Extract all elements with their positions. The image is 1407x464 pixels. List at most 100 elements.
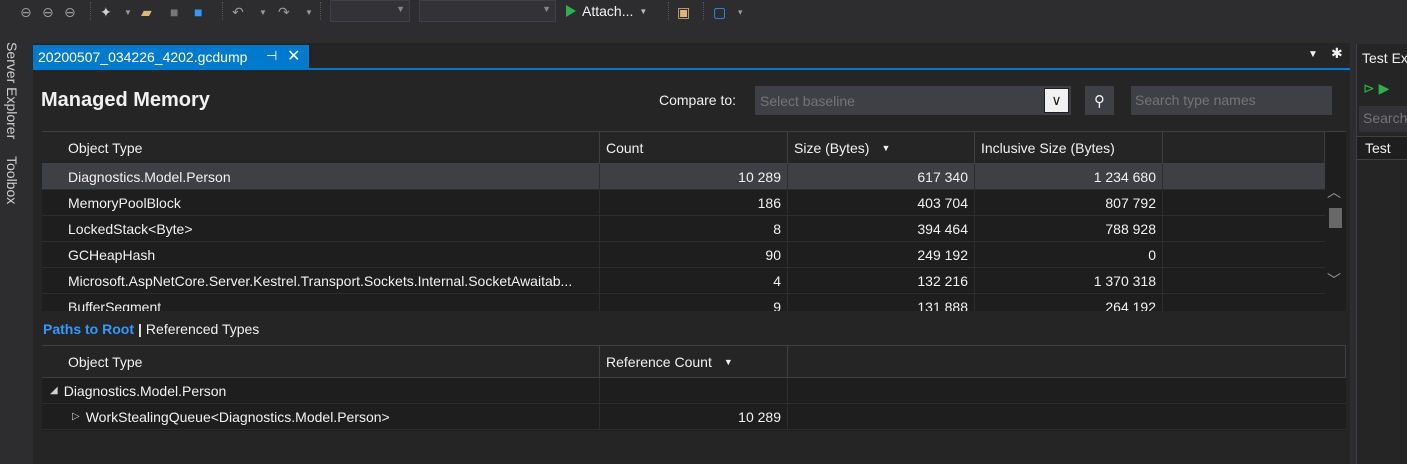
- cell-object-type: GCHeapHash: [42, 242, 600, 267]
- tab-paths-to-root[interactable]: Paths to Root: [43, 321, 134, 337]
- chevron-down-icon: ▼: [542, 4, 551, 14]
- column-header-reference-count-label: Reference Count: [606, 353, 712, 370]
- tab-server-explorer[interactable]: Server Explorer: [4, 42, 20, 139]
- window-icon[interactable]: ▢: [713, 2, 726, 22]
- main-toolbar: ⊖ ⊖ ⊖ ✦ ▼ ▰ ■ ■ ↶ ▼ ↷ ▼ ▼ ▼ Attach... ▼ …: [0, 0, 1407, 24]
- search-box[interactable]: [1131, 86, 1332, 115]
- filter-icon: ⚲: [1094, 92, 1105, 110]
- cell-count: 9: [600, 294, 788, 311]
- save-all-icon[interactable]: ■: [194, 2, 202, 22]
- cell-inclusive-size: 264 192: [975, 294, 1163, 311]
- back-icon[interactable]: ⊖: [20, 2, 32, 22]
- expand-triangle-icon[interactable]: ▷: [72, 411, 80, 422]
- scroll-thumb[interactable]: [1329, 208, 1342, 228]
- tree-row[interactable]: ◢ Diagnostics.Model.Person: [42, 378, 1346, 404]
- column-header-object-type[interactable]: Object Type: [42, 346, 600, 377]
- cell-inclusive-size: 788 928: [975, 216, 1163, 241]
- left-dock-strip: Server Explorer Toolbox: [0, 42, 24, 464]
- scroll-up-icon[interactable]: ︿: [1327, 182, 1341, 202]
- close-icon[interactable]: ✕: [287, 46, 300, 66]
- cell-inclusive-size: 1 370 318: [975, 268, 1163, 293]
- test-column-label: Test: [1365, 140, 1391, 156]
- cell-count: 186: [600, 190, 788, 215]
- grid-header-row: Object Type Reference Count ▼: [42, 346, 1346, 378]
- column-header-object-type[interactable]: Object Type: [42, 132, 600, 163]
- table-row[interactable]: BufferSegment 9 131 888 264 192: [42, 294, 1325, 311]
- table-row[interactable]: Microsoft.AspNetCore.Server.Kestrel.Tran…: [42, 268, 1325, 294]
- baseline-combo[interactable]: ∨: [755, 86, 1071, 115]
- cell-size: 394 464: [788, 216, 975, 241]
- test-explorer-title: Test Explorer: [1362, 50, 1407, 66]
- cell-inclusive-size: 0: [975, 242, 1163, 267]
- run-all-icon[interactable]: ⊳ ▶: [1363, 80, 1389, 97]
- forward-icon-2[interactable]: ⊖: [64, 2, 76, 22]
- document-tab[interactable]: 20200507_034226_4202.gcdump ⊣ ✕: [33, 45, 309, 69]
- toolbar-overflow-icon[interactable]: ▾: [738, 2, 743, 22]
- redo-icon[interactable]: ↷: [278, 2, 290, 22]
- table-row[interactable]: MemoryPoolBlock 186 403 704 807 792: [42, 190, 1325, 216]
- collapse-triangle-icon[interactable]: ◢: [50, 385, 58, 396]
- platform-combo[interactable]: ▼: [419, 0, 556, 22]
- chevron-down-icon[interactable]: ∨: [1044, 88, 1069, 113]
- lower-panel-tabs: Paths to Root | Referenced Types: [43, 321, 259, 337]
- cell-count: 4: [600, 268, 788, 293]
- table-row[interactable]: GCHeapHash 90 249 192 0: [42, 242, 1325, 268]
- cell-object-type: ▷ WorkStealingQueue<Diagnostics.Model.Pe…: [42, 404, 600, 429]
- column-header-reference-count[interactable]: Reference Count ▼: [600, 346, 788, 377]
- forward-icon[interactable]: ⊖: [42, 2, 54, 22]
- tree-row-label: WorkStealingQueue<Diagnostics.Model.Pers…: [85, 408, 390, 425]
- table-row[interactable]: Diagnostics.Model.Person 10 289 617 340 …: [42, 164, 1325, 190]
- paths-grid: Object Type Reference Count ▼ ◢ Diagnost…: [42, 345, 1346, 431]
- cell-size: 132 216: [788, 268, 975, 293]
- test-search-input[interactable]: [1363, 110, 1407, 126]
- cell-count: 90: [600, 242, 788, 267]
- cell-size: 403 704: [788, 190, 975, 215]
- chevron-down-icon[interactable]: ▼: [639, 7, 647, 16]
- scroll-down-icon[interactable]: ﹀: [1327, 270, 1341, 290]
- tab-toolbox[interactable]: Toolbox: [4, 156, 20, 204]
- cell-object-type: BufferSegment: [42, 294, 600, 311]
- cell-object-type: MemoryPoolBlock: [42, 190, 600, 215]
- cell-size: 131 888: [788, 294, 975, 311]
- test-column-header[interactable]: Test: [1357, 136, 1407, 160]
- column-header-size[interactable]: Size (Bytes) ▼: [788, 132, 975, 163]
- baseline-input[interactable]: [760, 92, 1040, 110]
- find-in-files-icon[interactable]: ▣: [677, 2, 690, 22]
- chevron-down-icon[interactable]: ▼: [305, 2, 313, 22]
- toolbar-separator: [90, 2, 91, 20]
- configuration-combo[interactable]: ▼: [330, 0, 410, 22]
- tree-row[interactable]: ▷ WorkStealingQueue<Diagnostics.Model.Pe…: [42, 404, 1346, 430]
- toolbar-separator: [320, 2, 321, 20]
- search-input[interactable]: [1135, 91, 1325, 109]
- sort-descending-icon: ▼: [723, 356, 733, 367]
- column-header-inclusive-size[interactable]: Inclusive Size (Bytes): [975, 132, 1163, 163]
- cell-size: 617 340: [788, 164, 975, 189]
- save-icon[interactable]: ■: [170, 2, 178, 22]
- chevron-down-icon[interactable]: ▼: [259, 2, 267, 22]
- pin-icon[interactable]: ⊣: [266, 48, 277, 64]
- grid-header-row: Object Type Count Size (Bytes) ▼ Inclusi…: [42, 132, 1325, 164]
- gear-icon[interactable]: ✱: [1331, 45, 1343, 62]
- start-icon: [566, 5, 576, 17]
- filter-button[interactable]: ⚲: [1085, 86, 1114, 115]
- table-row[interactable]: LockedStack<Byte> 8 394 464 788 928: [42, 216, 1325, 242]
- tab-referenced-types[interactable]: Referenced Types: [146, 321, 259, 337]
- toolbar-separator: [703, 2, 704, 20]
- vertical-scrollbar[interactable]: ︿ ﹀: [1325, 182, 1346, 311]
- cell-reference-count: 10 289: [600, 404, 788, 429]
- open-folder-icon[interactable]: ▰: [141, 2, 152, 22]
- undo-icon[interactable]: ↶: [232, 2, 244, 22]
- tab-underline: [33, 68, 1350, 70]
- cell-size: 249 192: [788, 242, 975, 267]
- page-title: Managed Memory: [41, 89, 210, 111]
- new-project-icon[interactable]: ✦: [100, 2, 112, 22]
- column-header-size-label: Size (Bytes): [794, 139, 870, 156]
- attach-button[interactable]: Attach... ▼: [566, 1, 647, 21]
- attach-label: Attach...: [582, 3, 634, 19]
- test-search-box[interactable]: [1359, 106, 1407, 132]
- toolbar-separator: [222, 2, 223, 20]
- column-header-spacer: [788, 346, 1346, 377]
- chevron-down-icon[interactable]: ▼: [124, 2, 132, 22]
- column-header-count[interactable]: Count: [600, 132, 788, 163]
- tab-list-dropdown-icon[interactable]: ▼: [1308, 49, 1318, 60]
